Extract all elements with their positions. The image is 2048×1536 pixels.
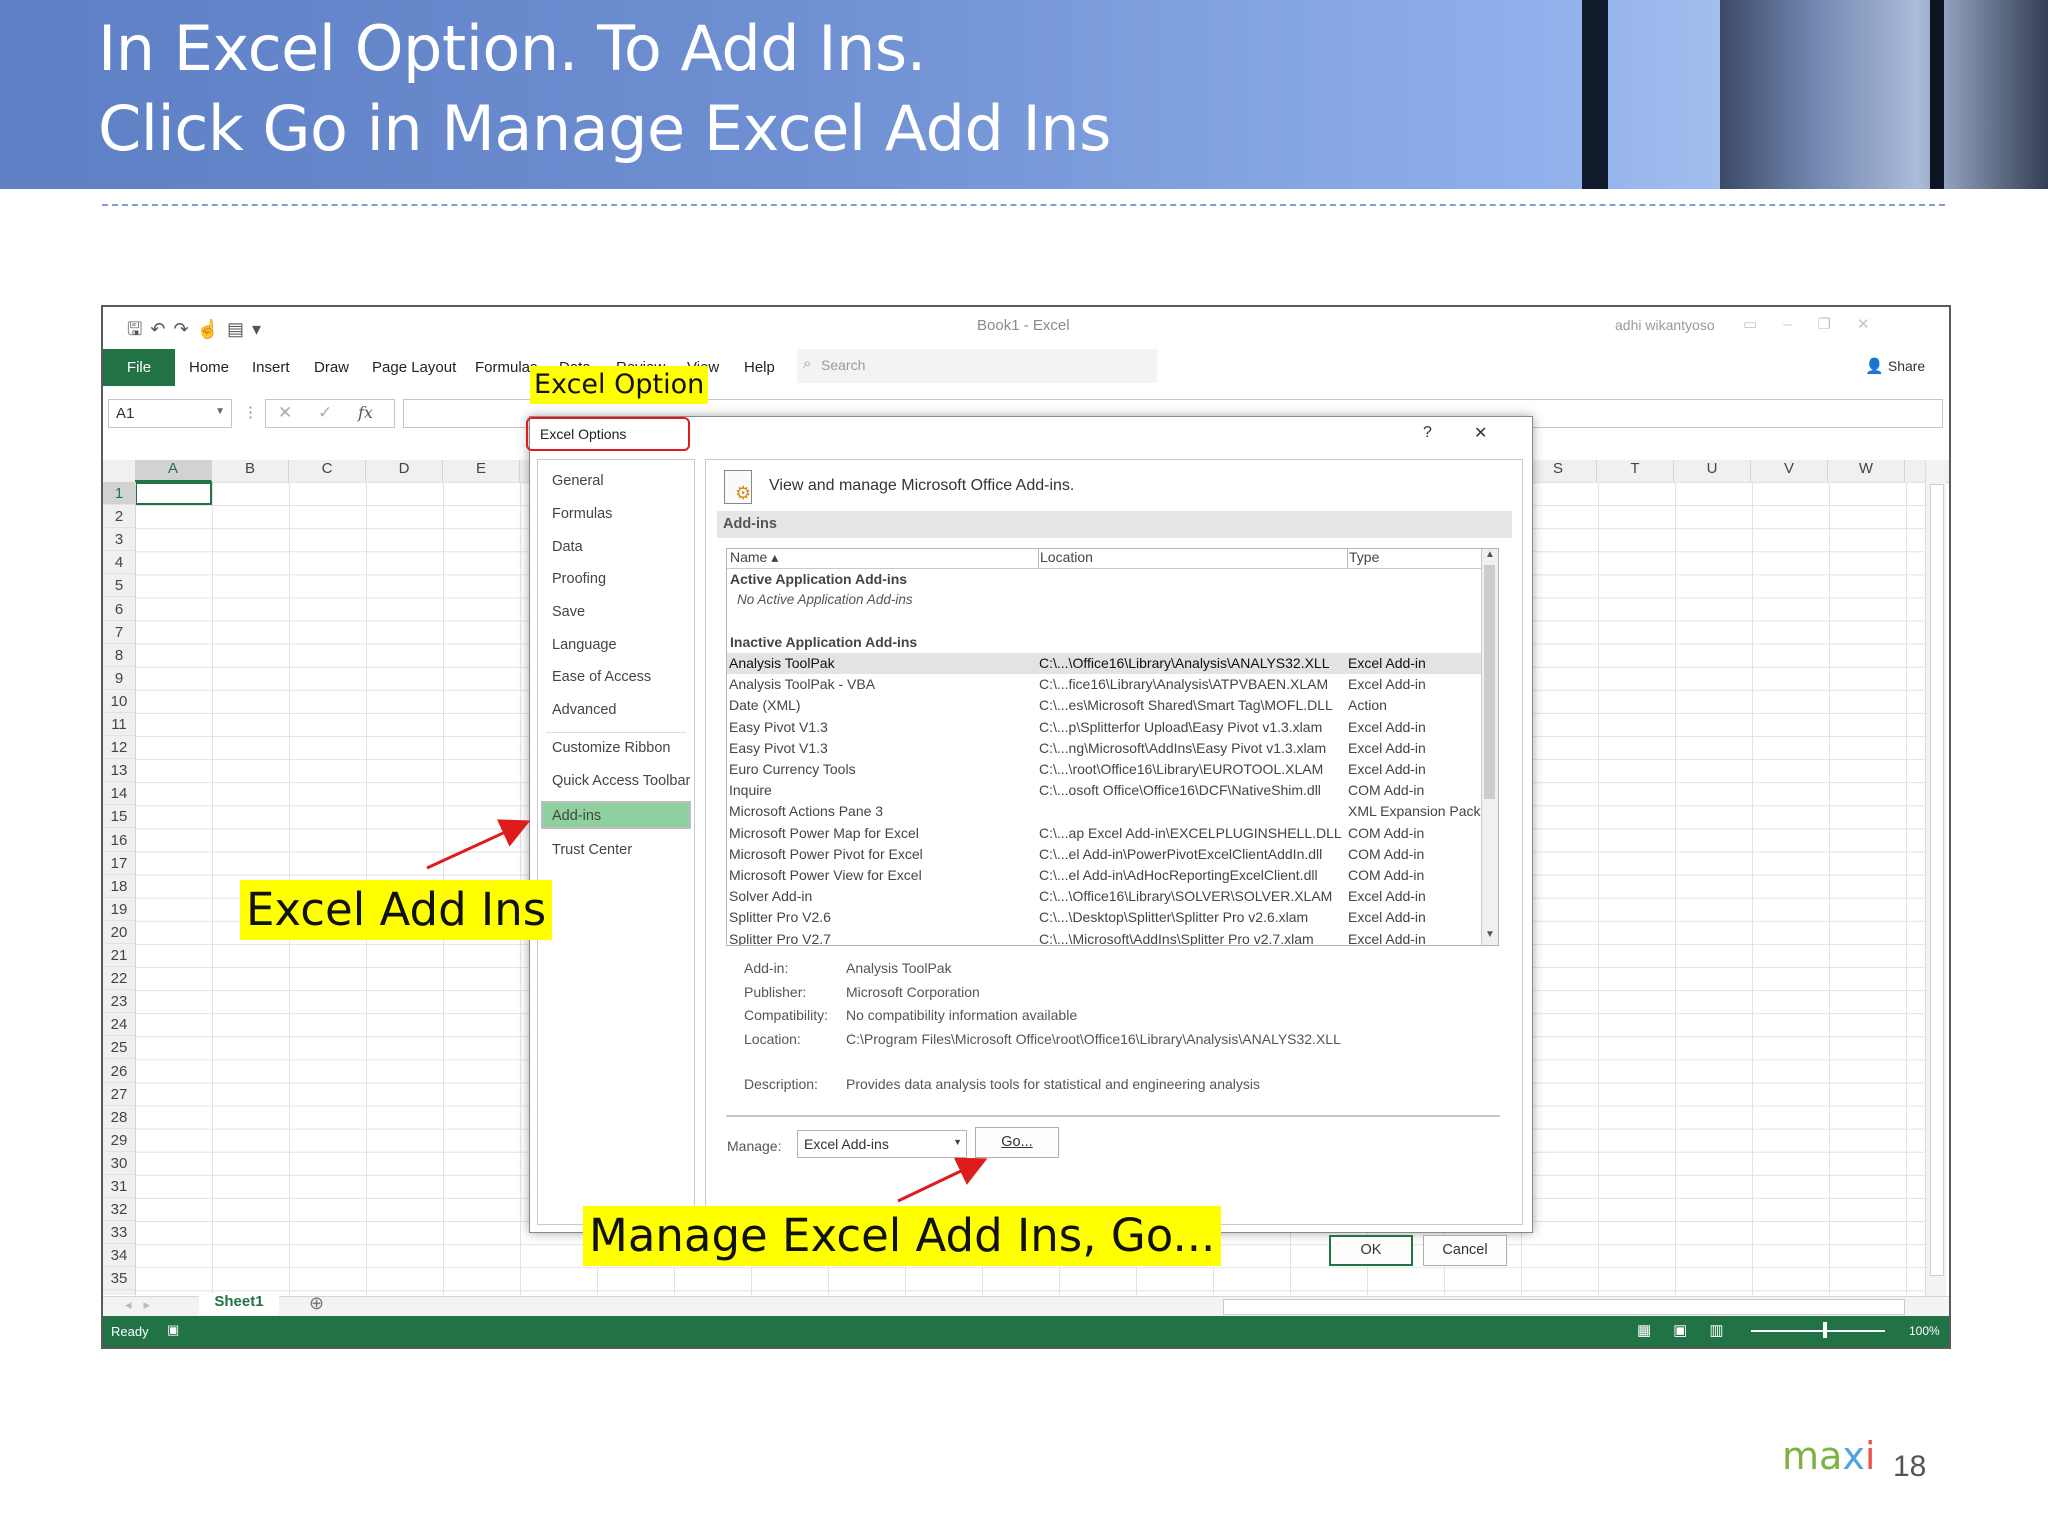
maxi-logo: maxi — [1782, 1434, 1875, 1478]
arrow-to-go-button — [897, 1157, 988, 1203]
page-number: 18 — [1893, 1450, 1927, 1483]
callout-excel-option: Excel Option — [530, 366, 709, 404]
logo-part-ma: ma — [1782, 1434, 1843, 1478]
callout-excel-add-ins: Excel Add Ins — [240, 880, 553, 940]
logo-part-x: x — [1842, 1434, 1865, 1478]
callout-manage-go: Manage Excel Add Ins, Go... — [583, 1206, 1222, 1266]
annotation-arrows — [426, 819, 988, 1203]
arrow-to-add-ins — [426, 819, 531, 870]
logo-part-i: i — [1864, 1434, 1876, 1478]
